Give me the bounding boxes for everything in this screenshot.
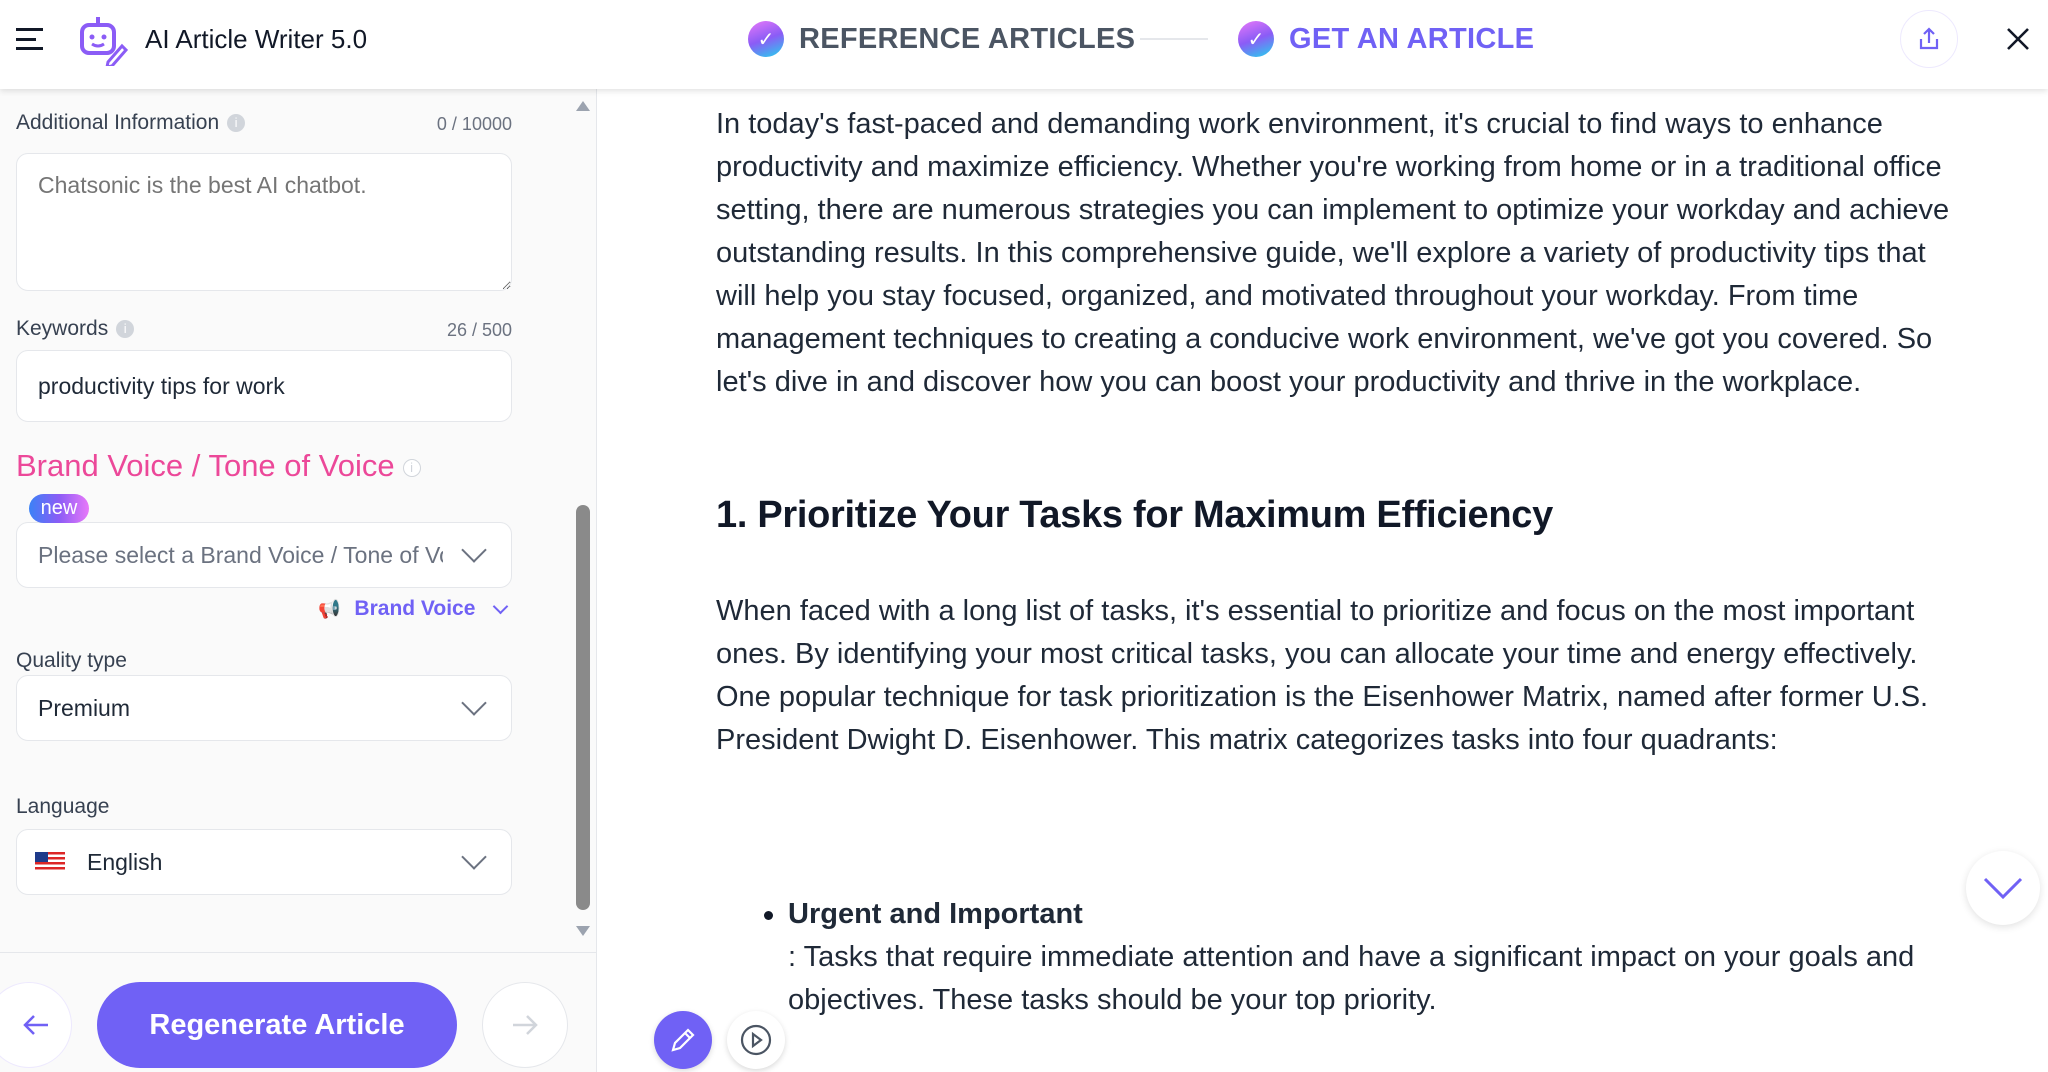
close-icon[interactable] xyxy=(2006,27,2030,51)
menu-icon[interactable] xyxy=(16,28,43,50)
chevron-down-icon xyxy=(461,537,487,563)
chevron-down-icon xyxy=(493,598,509,614)
language-label: Language xyxy=(16,795,110,818)
bullet-title: Urgent and Important xyxy=(788,898,1083,930)
article-paragraph: When faced with a long list of tasks, it… xyxy=(716,595,1929,756)
play-button[interactable] xyxy=(727,1011,785,1069)
regenerate-article-button[interactable]: Regenerate Article xyxy=(97,982,457,1068)
back-button[interactable] xyxy=(0,982,72,1068)
quality-type-label: Quality type xyxy=(16,649,127,672)
step-get-an-article[interactable]: ✓ GET AN ARTICLE xyxy=(1238,21,1534,57)
megaphone-icon: 📢 xyxy=(318,598,341,619)
share-icon xyxy=(1919,27,1939,50)
arrow-left-icon xyxy=(23,1015,48,1035)
article-heading: 1. Prioritize Your Tasks for Maximum Eff… xyxy=(716,494,1553,536)
step-label: GET AN ARTICLE xyxy=(1289,22,1535,55)
quality-value: Premium xyxy=(38,694,131,721)
share-button[interactable] xyxy=(1900,10,1958,68)
play-icon xyxy=(740,1024,772,1056)
quality-type-select[interactable]: Premium xyxy=(16,675,512,741)
info-icon[interactable]: i xyxy=(116,320,135,339)
chevron-down-icon xyxy=(461,690,487,716)
footer-divider xyxy=(0,952,597,953)
pencil-icon xyxy=(671,1028,695,1052)
arrow-right-icon xyxy=(513,1015,538,1035)
scrollbar[interactable] xyxy=(576,101,590,936)
keywords-value: productivity tips for work xyxy=(38,372,285,399)
check-icon: ✓ xyxy=(748,21,784,57)
new-badge: new xyxy=(29,494,89,523)
language-select[interactable]: English xyxy=(16,829,512,895)
brand-voice-select[interactable]: Please select a Brand Voice / Tone of Vo… xyxy=(16,522,512,588)
scroll-down-button[interactable] xyxy=(1966,851,2040,925)
check-icon: ✓ xyxy=(1238,21,1274,57)
scroll-down-arrow[interactable] xyxy=(576,926,590,936)
brand-voice-placeholder: Please select a Brand Voice / Tone of Vo… xyxy=(38,541,443,568)
step-reference-articles[interactable]: ✓ REFERENCE ARTICLES xyxy=(748,21,1135,57)
heading-text: Brand Voice / Tone of Voice xyxy=(16,448,395,483)
app-title: AI Article Writer 5.0 xyxy=(145,24,368,54)
us-flag-icon xyxy=(35,852,65,872)
article-intro: In today's fast-paced and demanding work… xyxy=(716,108,1950,398)
additional-info-label: Additional Information i xyxy=(16,111,246,135)
step-divider xyxy=(1140,38,1208,40)
info-icon[interactable]: i xyxy=(402,458,421,477)
bullet-dot xyxy=(764,911,773,920)
keywords-label: Keywords i xyxy=(16,317,135,341)
article-content: In today's fast-paced and demanding work… xyxy=(598,89,2048,1072)
settings-panel: Additional Information i 0 / 10000 Keywor… xyxy=(0,89,597,1072)
next-button[interactable] xyxy=(482,982,568,1068)
bullet-text: : Tasks that require immediate attention… xyxy=(788,941,1915,1016)
chevron-down-icon xyxy=(461,844,487,870)
scrollbar-thumb[interactable] xyxy=(576,505,590,910)
brand-voice-link[interactable]: 📢 Brand Voice xyxy=(318,597,509,621)
top-bar: AI Article Writer 5.0 ✓ REFERENCE ARTICL… xyxy=(0,0,2048,89)
brand-voice-heading: Brand Voice / Tone of Voice i xyxy=(16,448,421,484)
info-icon[interactable]: i xyxy=(227,114,246,133)
scroll-up-arrow[interactable] xyxy=(576,101,590,111)
link-text: Brand Voice xyxy=(354,597,476,620)
additional-info-counter: 0 / 10000 xyxy=(436,114,512,134)
label-text: Additional Information xyxy=(16,111,220,134)
keywords-input[interactable]: productivity tips for work xyxy=(16,350,512,422)
language-value: English xyxy=(87,848,163,875)
label-text: Keywords xyxy=(16,317,109,340)
step-label: REFERENCE ARTICLES xyxy=(799,22,1136,55)
additional-info-textarea[interactable] xyxy=(16,153,512,291)
edit-button[interactable] xyxy=(654,1011,712,1069)
keywords-counter: 26 / 500 xyxy=(446,320,512,340)
robot-pen-logo-icon xyxy=(80,17,128,66)
chevron-down-icon xyxy=(1983,877,2023,899)
